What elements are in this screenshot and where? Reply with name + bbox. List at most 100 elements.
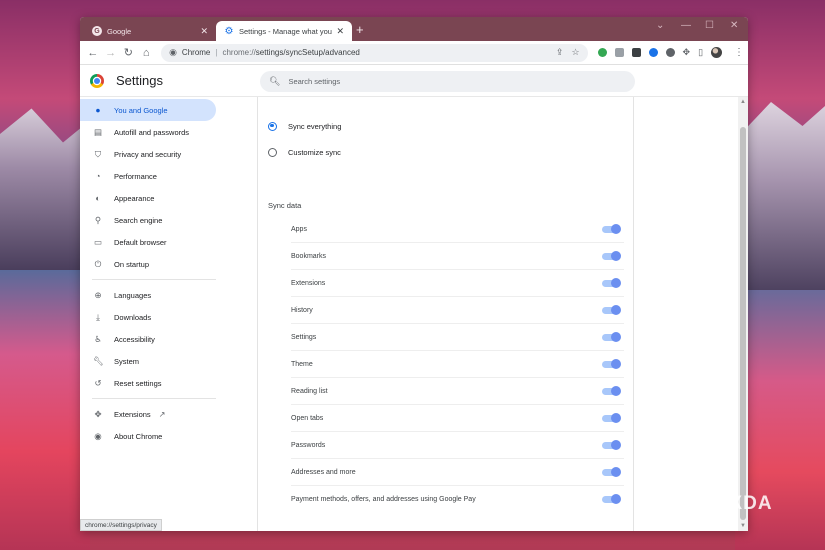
person-icon: ● xyxy=(95,105,101,115)
translate-extension-icon[interactable] xyxy=(665,48,675,57)
sidebar-item-label: Accessibility xyxy=(114,334,155,344)
new-tab-button[interactable]: + xyxy=(356,22,364,37)
toggle-switch[interactable] xyxy=(602,358,621,369)
sidebar-item-label: Extensions xyxy=(114,409,151,419)
search-input[interactable]: 🔍︎ Search settings xyxy=(260,71,635,92)
sidebar-item-extensions[interactable]: ✥ Extensions ↗ xyxy=(80,403,216,425)
close-window-icon[interactable]: ✕ xyxy=(730,20,738,31)
sidebar-item-label: Privacy and security xyxy=(114,149,182,159)
sidebar-item-about-chrome[interactable]: ◉ About Chrome xyxy=(80,425,216,447)
extensions-area: ✥ ▯ ⋮ xyxy=(597,47,744,58)
download-icon: ⤓ xyxy=(96,311,100,322)
close-icon[interactable]: ✕ xyxy=(200,26,208,37)
toggle-switch[interactable] xyxy=(602,223,621,234)
toggle-switch[interactable] xyxy=(602,494,621,504)
sidebar-item-label: Performance xyxy=(114,171,157,181)
sidebar-item-downloads[interactable]: ⤓ Downloads xyxy=(80,306,216,328)
sidebar-item-label: Autofill and passwords xyxy=(114,127,190,137)
privacy-extension-icon[interactable] xyxy=(631,48,641,57)
sidebar-item-performance[interactable]: ◔ Performance xyxy=(80,165,216,187)
tab-google[interactable]: G Google ✕ xyxy=(84,21,216,41)
puzzle-icon: ✥ xyxy=(94,408,102,419)
bookmark-star-icon[interactable]: ☆ xyxy=(571,47,579,58)
sync-item-label: Open tabs xyxy=(291,414,324,422)
scroll-thumb[interactable] xyxy=(740,127,746,520)
vpn-extension-icon[interactable] xyxy=(648,48,658,57)
sync-item-label: Passwords xyxy=(291,441,326,449)
power-icon: ⏻ xyxy=(94,258,102,269)
sidebar-item-privacy[interactable]: ⛉ Privacy and security xyxy=(80,143,216,165)
customize-sync-option[interactable]: Customize sync xyxy=(268,146,341,158)
address-bar[interactable]: ◉ Chrome | chrome://settings/syncSetup/a… xyxy=(161,43,588,62)
section-heading: Sync data xyxy=(268,201,302,210)
sidebar-item-on-startup[interactable]: ⏻ On startup xyxy=(80,253,216,275)
scroll-down-arrow-icon[interactable]: ▼ xyxy=(740,523,746,529)
sidebar-item-system[interactable]: 🔧︎ System xyxy=(80,350,216,372)
side-panel-icon[interactable]: ▯ xyxy=(698,47,703,58)
xda-logo-bracket-icon: ⟦ xyxy=(716,493,727,514)
radio-button-checked[interactable] xyxy=(268,121,277,131)
maximize-icon[interactable]: ☐ xyxy=(705,20,714,31)
sidebar-item-default-browser[interactable]: ▭ Default browser xyxy=(80,231,216,253)
radio-label: Customize sync xyxy=(288,147,341,157)
avatar[interactable] xyxy=(711,47,723,58)
tab-search-icon[interactable]: ⌄ xyxy=(656,20,664,31)
gear-icon: ⚙ xyxy=(224,25,234,37)
tab-settings[interactable]: ⚙ Settings - Manage what you sync ✕ xyxy=(216,21,352,41)
browser-window: G Google ✕ ⚙ Settings - Manage what you … xyxy=(80,17,748,531)
toggle-switch[interactable] xyxy=(602,466,621,477)
reload-icon[interactable]: ↻ xyxy=(120,46,138,59)
puzzle-icon[interactable]: ✥ xyxy=(683,47,691,58)
toggle-switch[interactable] xyxy=(602,385,621,396)
share-icon[interactable]: ⇪ xyxy=(556,47,564,58)
toggle-switch[interactable] xyxy=(602,412,621,423)
sidebar-item-you-and-google[interactable]: ● You and Google xyxy=(80,99,216,121)
sidebar-item-reset[interactable]: ↺ Reset settings xyxy=(80,372,216,394)
toggle-switch[interactable] xyxy=(602,439,621,450)
divider xyxy=(92,398,216,399)
page-title: Settings xyxy=(116,73,163,88)
sidebar-item-accessibility[interactable]: ♿︎ Accessibility xyxy=(80,328,216,350)
toggle-switch[interactable] xyxy=(602,331,621,342)
chrome-icon: ◉ xyxy=(94,430,102,441)
sync-item-label: History xyxy=(291,306,313,314)
screenshot-extension-icon[interactable] xyxy=(614,48,624,57)
settings-header: Settings 🔍︎ Search settings xyxy=(80,65,748,97)
search-placeholder: Search settings xyxy=(288,77,341,86)
open-in-new-icon: ↗ xyxy=(158,409,166,419)
sync-item-label: Addresses and more xyxy=(291,468,356,476)
toggle-switch[interactable] xyxy=(602,304,621,315)
status-bubble: chrome://settings/privacy xyxy=(80,519,162,531)
back-arrow-icon[interactable]: ← xyxy=(84,47,102,59)
list-item: History xyxy=(291,297,624,324)
list-item: Settings xyxy=(291,324,624,351)
browser-icon: ▭ xyxy=(93,236,103,247)
sidebar-item-label: Reset settings xyxy=(114,378,162,388)
accessibility-icon: ♿︎ xyxy=(94,333,102,344)
sidebar-item-label: Appearance xyxy=(114,193,155,203)
sync-everything-option[interactable]: Sync everything xyxy=(268,120,341,132)
radio-button[interactable] xyxy=(268,147,277,157)
watermark-text: XDA xyxy=(729,492,773,514)
forward-arrow-icon[interactable]: → xyxy=(102,47,120,59)
close-icon[interactable]: ✕ xyxy=(336,26,344,37)
sidebar-item-label: Languages xyxy=(114,290,152,300)
sync-item-label: Settings xyxy=(291,333,317,341)
sidebar-item-appearance[interactable]: ◐ Appearance xyxy=(80,187,216,209)
sidebar-item-autofill[interactable]: ▤ Autofill and passwords xyxy=(80,121,216,143)
scroll-up-arrow-icon[interactable]: ▲ xyxy=(740,99,746,105)
home-icon[interactable]: ⌂ xyxy=(137,47,155,59)
sidebar-item-languages[interactable]: ⊕ Languages xyxy=(80,284,216,306)
menu-dots-icon[interactable]: ⋮ xyxy=(734,47,744,58)
list-item: Theme xyxy=(291,351,624,378)
scrollbar[interactable]: ▲ ▼ xyxy=(738,97,748,531)
grammarly-icon[interactable] xyxy=(597,48,607,57)
search-icon: 🔍︎ xyxy=(269,76,281,86)
sidebar-item-search-engine[interactable]: ⚲ Search engine xyxy=(80,209,216,231)
minimize-icon[interactable]: — xyxy=(681,20,691,31)
history-icon: ↺ xyxy=(94,377,102,388)
list-item: Open tabs xyxy=(291,405,624,432)
list-item: Bookmarks xyxy=(291,243,624,270)
toggle-switch[interactable] xyxy=(602,277,621,288)
toggle-switch[interactable] xyxy=(602,250,621,261)
